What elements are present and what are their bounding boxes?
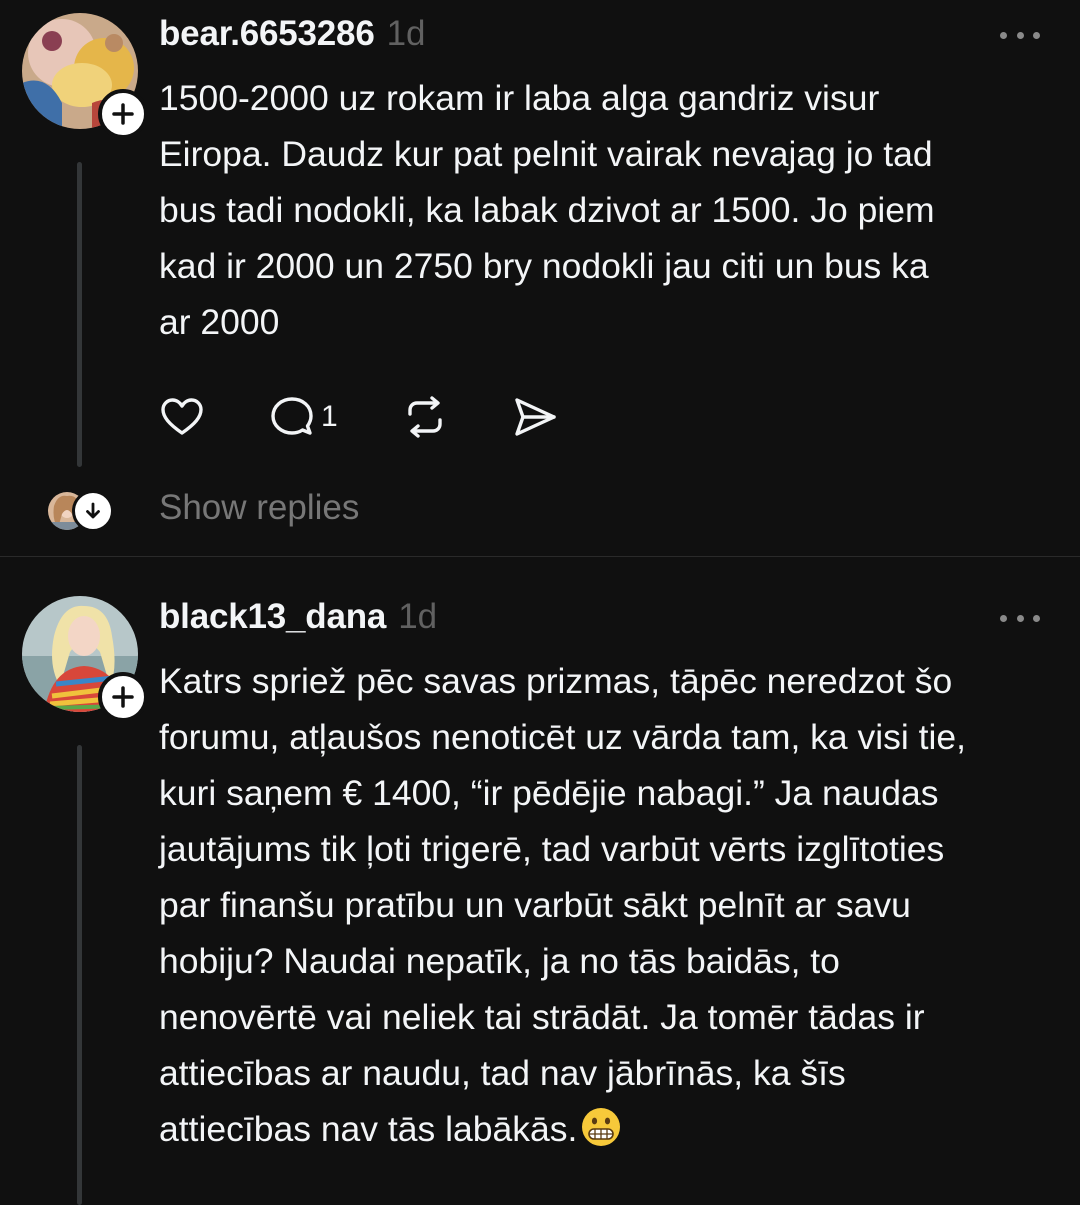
post-text: 1500-2000 uz rokam ir laba alga gandriz … — [159, 78, 935, 342]
show-replies-link[interactable]: Show replies — [159, 488, 359, 528]
post-text-content: Katrs spriež pēc savas prizmas, tāpēc ne… — [159, 661, 967, 1149]
reply-button[interactable]: 1 — [269, 390, 338, 444]
thread-line — [77, 162, 82, 467]
action-bar: 1 — [159, 390, 558, 444]
share-button[interactable] — [512, 390, 558, 444]
thread-post: black13_dana 1d Katrs spriež pēc savas p… — [0, 557, 1080, 1205]
repost-icon — [407, 396, 442, 438]
repost-button[interactable] — [402, 390, 448, 444]
post-header: black13_dana 1d — [159, 597, 1040, 641]
more-horizontal-icon[interactable] — [1000, 603, 1040, 633]
username[interactable]: black13_dana — [159, 597, 386, 637]
follow-button[interactable] — [98, 89, 148, 139]
heart-icon — [161, 398, 203, 435]
arrow-down-icon — [86, 502, 100, 519]
thread-line — [77, 745, 82, 1205]
reply-count: 1 — [321, 400, 338, 433]
username[interactable]: bear.6653286 — [159, 14, 375, 54]
plus-icon — [112, 103, 134, 125]
more-horizontal-icon[interactable] — [1000, 20, 1040, 50]
like-button[interactable] — [159, 390, 205, 444]
plus-icon — [112, 686, 134, 708]
show-replies-row[interactable]: Show replies — [0, 480, 1080, 540]
timestamp: 1d — [386, 14, 426, 53]
user-avatar-container[interactable] — [22, 13, 148, 139]
post-text: Katrs spriež pēc savas prizmas, tāpēc ne… — [159, 653, 1054, 1157]
expand-replies-badge[interactable] — [72, 490, 114, 532]
timestamp: 1d — [398, 597, 438, 636]
send-icon — [514, 398, 556, 436]
follow-button[interactable] — [98, 672, 148, 722]
thread-post: bear.6653286 1d 1500-2000 uz rokam ir la… — [0, 0, 1080, 556]
comment-bubble-icon — [271, 397, 313, 435]
post-header: bear.6653286 1d — [159, 14, 1040, 58]
user-avatar-container[interactable] — [22, 596, 148, 722]
grimacing-face-emoji — [582, 1108, 621, 1146]
